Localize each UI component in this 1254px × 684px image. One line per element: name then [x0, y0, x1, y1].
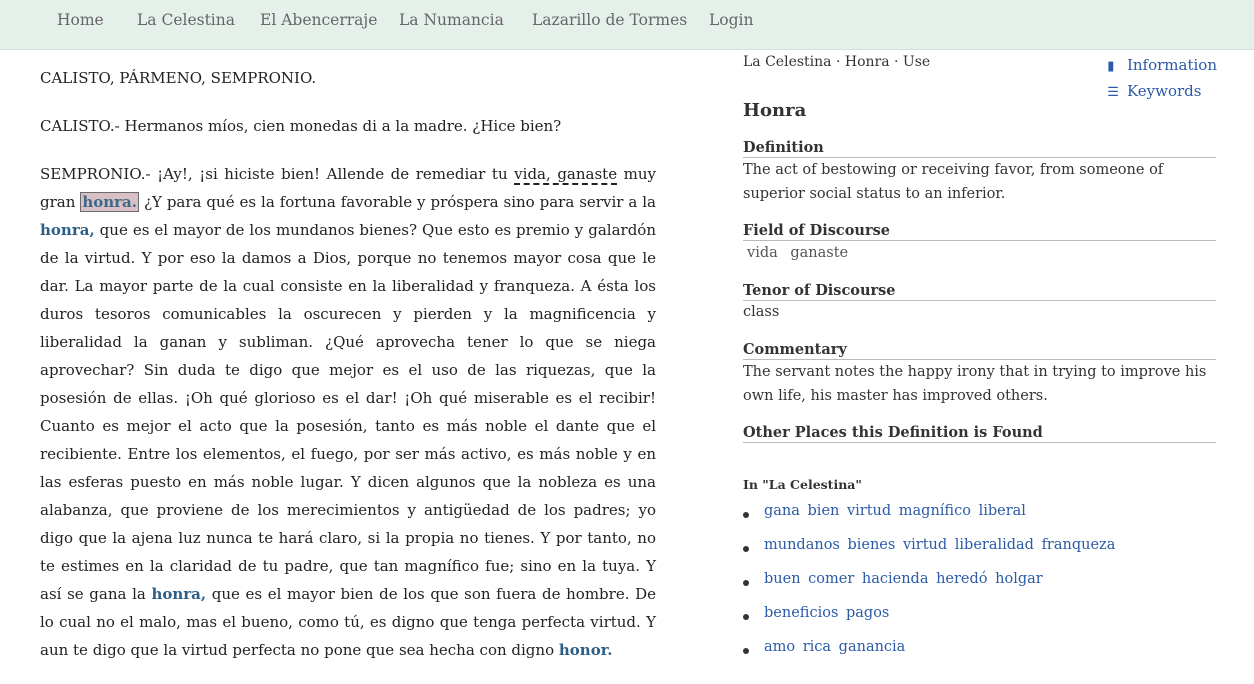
text-segment: que es el mayor de los mundanos bienes? …: [40, 221, 656, 603]
definition-heading: Definition: [743, 138, 1216, 158]
other-place-link[interactable]: amo rica ganancia: [764, 639, 905, 655]
nav-lazarillo[interactable]: Lazarillo de Tormes: [532, 11, 687, 29]
list-item: mundanos bienes virtud liberalidad franq…: [743, 537, 1115, 571]
book-icon: ▮: [1107, 59, 1115, 74]
other-place-link[interactable]: beneficios pagos: [764, 605, 889, 621]
nav-la-numancia[interactable]: La Numancia: [399, 11, 504, 29]
text-segment: SEMPRONIO.- ¡Ay!, ¡si hiciste bien! Alle…: [40, 165, 515, 183]
tenor-of-discourse-heading: Tenor of Discourse: [743, 281, 1216, 301]
list-item: buen comer hacienda heredó holgar: [743, 571, 1115, 605]
keyword-honor[interactable]: honor.: [559, 641, 613, 659]
other-place-link[interactable]: buen comer hacienda heredó holgar: [764, 571, 1043, 587]
selected-keyword-honra[interactable]: honra.: [80, 192, 139, 212]
commentary-text: The servant notes the happy irony that i…: [743, 364, 1207, 404]
keywords-label: Keywords: [1126, 82, 1202, 100]
keyword-honra[interactable]: honra,: [151, 585, 206, 603]
sidebar-links: ▮ Information ☰ Keywords: [1107, 53, 1217, 105]
definition-text: The act of bestowing or receiving favor,…: [743, 162, 1164, 202]
calisto-line: CALISTO.- Hermanos míos, cien monedas di…: [40, 117, 562, 135]
sempronio-speech: SEMPRONIO.- ¡Ay!, ¡si hiciste bien! Alle…: [40, 160, 656, 664]
breadcrumb: La Celestina · Honra · Use: [743, 54, 931, 70]
nav-login[interactable]: Login: [709, 11, 754, 29]
field-word: vida: [747, 245, 778, 261]
keywords-link[interactable]: ☰ Keywords: [1107, 79, 1217, 105]
other-place-link[interactable]: mundanos bienes virtud liberalidad franq…: [764, 537, 1115, 553]
other-places-heading: Other Places this Definition is Found: [743, 423, 1216, 443]
in-work-label: In "La Celestina": [743, 477, 862, 492]
term-title: Honra: [743, 100, 807, 121]
other-place-link[interactable]: gana bien virtud magnífico liberal: [764, 503, 1026, 519]
tenor-of-discourse-value: class: [743, 304, 780, 320]
list-item: beneficios pagos: [743, 605, 1115, 639]
keyword-honra[interactable]: honra,: [40, 221, 95, 239]
commentary-heading: Commentary: [743, 340, 1216, 360]
characters-line: CALISTO, PÁRMENO, SEMPRONIO.: [40, 69, 317, 87]
list-icon: ☰: [1107, 85, 1119, 100]
information-label: Information: [1126, 56, 1217, 74]
information-link[interactable]: ▮ Information: [1107, 53, 1217, 79]
other-places-list: gana bien virtud magnífico liberal munda…: [743, 503, 1115, 673]
nav-home[interactable]: Home: [57, 11, 104, 29]
top-navbar: Home La Celestina El Abencerraje La Numa…: [0, 0, 1254, 50]
list-item: gana bien virtud magnífico liberal: [743, 503, 1115, 537]
list-item: amo rica ganancia: [743, 639, 1115, 673]
field-word: ganaste: [790, 245, 849, 261]
text-segment: ¿Y para qué es la fortuna favorable y pr…: [139, 193, 656, 211]
play-text: CALISTO, PÁRMENO, SEMPRONIO. CALISTO.- H…: [40, 64, 656, 684]
nav-el-abencerraje[interactable]: El Abencerraje: [260, 11, 377, 29]
field-of-discourse-heading: Field of Discourse: [743, 221, 1216, 241]
field-words-underlined[interactable]: vida, ganaste: [514, 165, 618, 185]
field-of-discourse-words: vida ganaste: [747, 241, 1221, 265]
nav-la-celestina[interactable]: La Celestina: [137, 11, 235, 29]
